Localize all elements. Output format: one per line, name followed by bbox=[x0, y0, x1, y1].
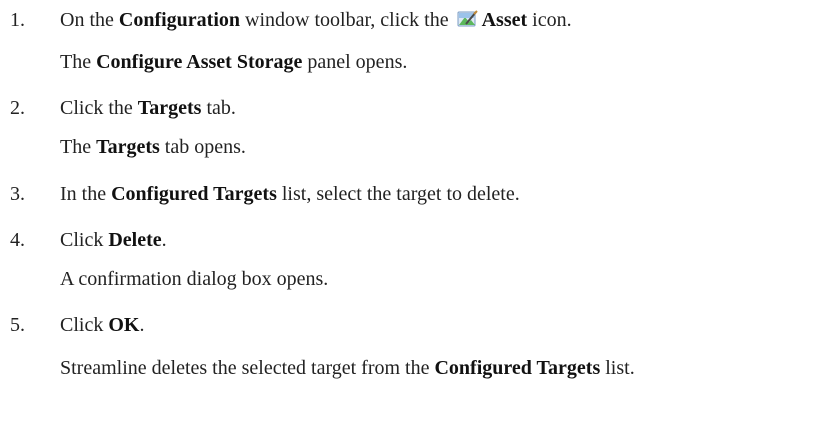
step-instruction: Click OK. bbox=[60, 314, 145, 336]
step-number: 1. bbox=[10, 9, 25, 31]
step-number: 2. bbox=[10, 97, 25, 119]
step-instruction: Click the Targets tab. bbox=[60, 97, 236, 119]
ui-term: OK bbox=[108, 314, 140, 336]
ui-term: Configuration bbox=[118, 9, 241, 31]
step-number: 3. bbox=[10, 183, 25, 205]
ui-term: Delete bbox=[108, 229, 162, 251]
ui-term: Targets bbox=[137, 97, 202, 119]
asset-icon bbox=[456, 9, 478, 29]
ui-term: Configured Targets bbox=[434, 357, 601, 379]
step-number: 5. bbox=[10, 314, 25, 336]
ui-term: Targets bbox=[96, 136, 160, 158]
step-instruction: Click Delete. bbox=[60, 229, 167, 251]
step-number: 4. bbox=[10, 229, 25, 251]
step-instruction: In the Configured Targets list, select t… bbox=[60, 183, 520, 205]
ui-term: Configured Targets bbox=[111, 183, 277, 205]
ui-term: Asset bbox=[481, 9, 528, 31]
ui-term: Configure Asset Storage bbox=[96, 51, 303, 73]
step-instruction: On the Configuration window toolbar, cli… bbox=[60, 9, 572, 31]
